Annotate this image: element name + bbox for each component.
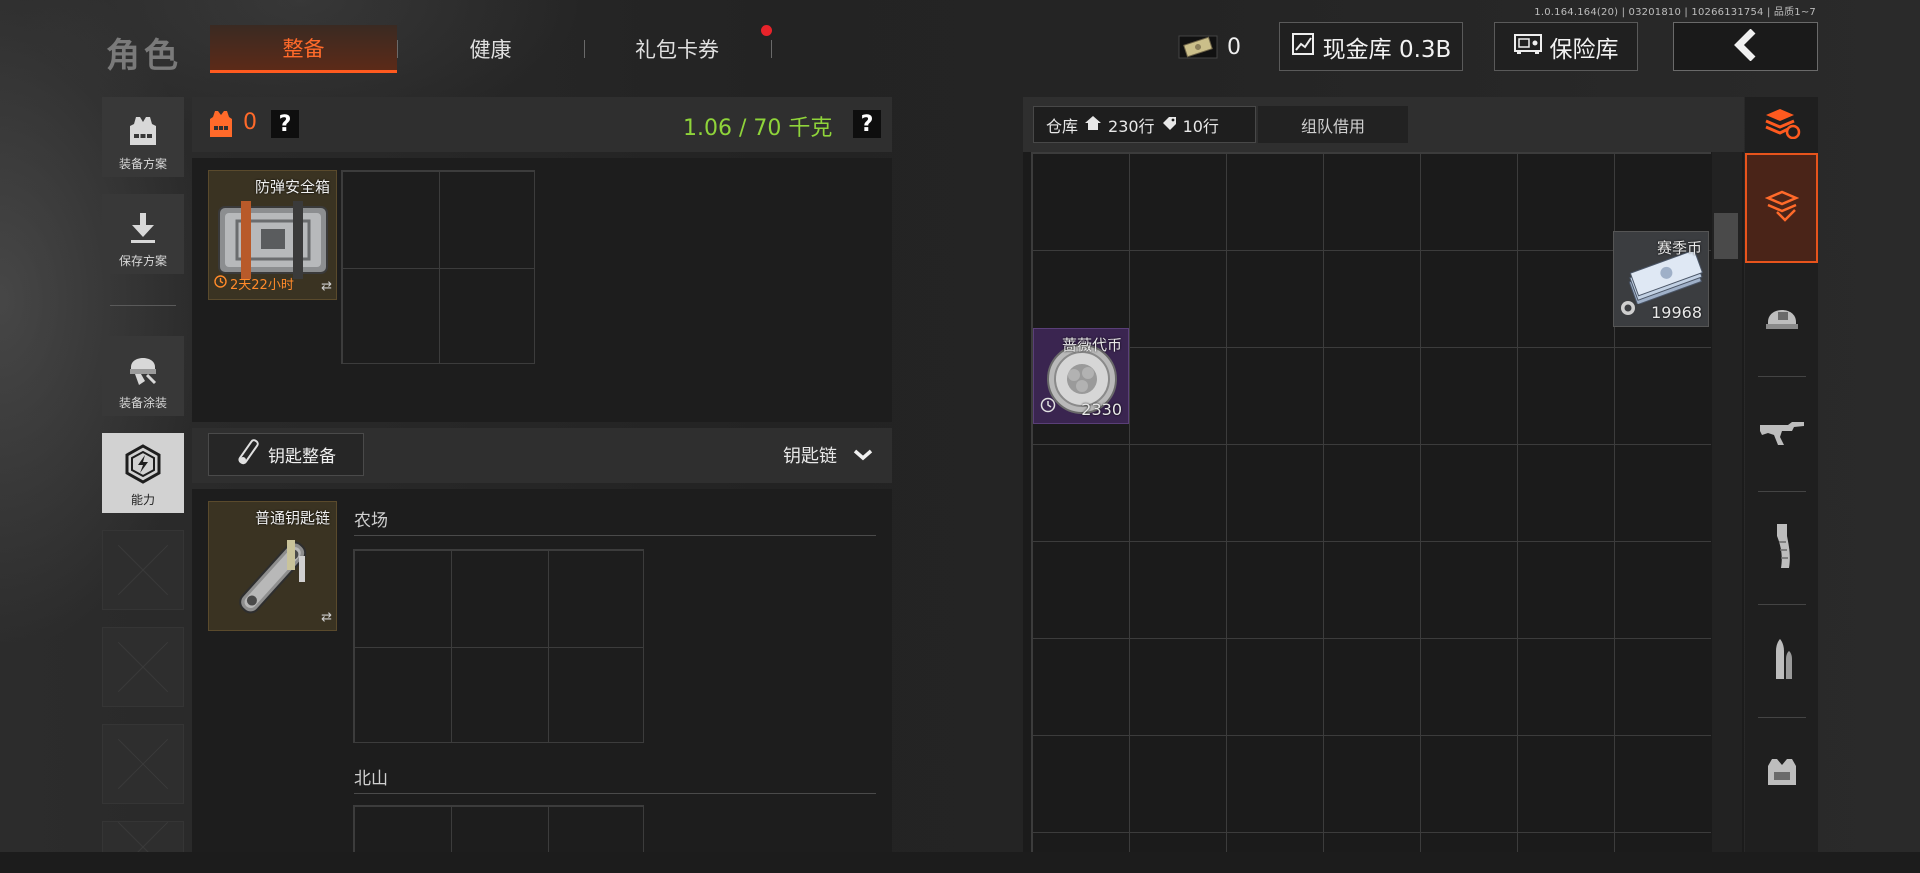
warehouse-grid[interactable] (1031, 152, 1711, 852)
magazine-icon (1769, 522, 1795, 574)
case-icon (217, 201, 329, 283)
chevron-left-icon (1731, 28, 1761, 65)
tab-warehouse[interactable]: 仓库 230行 10行 (1033, 106, 1256, 143)
notification-dot (761, 25, 772, 36)
secure-case-item[interactable]: 防弹安全箱 2天22小时 ⇄ (208, 170, 337, 300)
empty-slot (102, 530, 184, 610)
armor-help-button[interactable]: ? (271, 110, 299, 138)
swap-icon: ⇄ (321, 279, 332, 294)
key-loadout-button[interactable]: 钥匙整备 (208, 433, 364, 476)
keychain-icon (219, 528, 329, 628)
rose-token-item[interactable]: 蔷薇代币 2330 (1033, 328, 1129, 424)
item-timer: 2天22小时 (214, 274, 294, 293)
chevron-down-icon (853, 445, 873, 466)
tab-divider (584, 40, 585, 58)
warehouse-tab-label: 仓库 (1046, 116, 1079, 136)
money-amount: 0 (1227, 34, 1241, 60)
section-divider (354, 793, 876, 794)
vest-icon (126, 114, 160, 151)
clock-icon (214, 275, 227, 292)
item-count: 19968 (1651, 303, 1702, 322)
page-title: 角色 (106, 36, 182, 76)
sort-button[interactable] (1745, 97, 1818, 152)
cash-vault-label: 现金库 0.3B (1322, 36, 1452, 63)
scroll-thumb[interactable] (1714, 213, 1738, 259)
safe-label: 保险库 (1549, 36, 1619, 63)
helmet-paint-icon (125, 349, 161, 390)
safe-button[interactable]: 保险库 (1494, 22, 1638, 71)
swap-icon: ⇄ (321, 610, 332, 625)
keychain-item[interactable]: 普通钥匙链 ⇄ (208, 501, 337, 631)
sort-layers-icon (1762, 107, 1802, 143)
home-icon (1084, 115, 1102, 135)
empty-slot (102, 724, 184, 804)
item-name: 普通钥匙链 (254, 509, 330, 527)
filter-weapons[interactable] (1745, 377, 1818, 490)
season-coin-item[interactable]: 赛季币 19968 (1613, 231, 1709, 327)
secure-case-grid[interactable] (341, 170, 535, 364)
token-icon (1620, 300, 1636, 320)
keychain-dropdown[interactable]: 钥匙链 (783, 442, 873, 468)
clock-icon (1040, 397, 1056, 417)
timer-text: 2天22小时 (230, 278, 294, 293)
warehouse-rows: 230行 (1108, 116, 1155, 136)
tab-gift-coupons[interactable]: 礼包卡券 (586, 25, 768, 73)
ammo-icon (1768, 635, 1796, 687)
filter-armor[interactable] (1745, 718, 1818, 829)
sidebar-item-label: 能力 (130, 493, 155, 507)
weight-display: 1.06 / 70 千克 (683, 116, 833, 141)
farm-key-grid[interactable] (353, 549, 644, 743)
key-section-north-mountain: 北山 (354, 769, 388, 789)
item-name: 赛季币 (1656, 239, 1702, 257)
north-mountain-key-grid[interactable] (353, 805, 644, 852)
key-loadout-label: 钥匙整备 (268, 447, 336, 467)
armor-vest-icon (208, 109, 234, 143)
section-divider (354, 535, 876, 536)
keychain-dropdown-label: 钥匙链 (783, 446, 837, 467)
rifle-icon (1758, 417, 1806, 451)
sidebar-divider (110, 305, 176, 306)
sidebar-item-label: 装备涂装 (118, 396, 167, 410)
download-icon (127, 211, 159, 248)
helmet-icon (1764, 302, 1800, 338)
item-name: 蔷薇代币 (1061, 336, 1122, 354)
filter-magazines[interactable] (1745, 492, 1818, 603)
sidebar-item-label: 保存方案 (118, 254, 167, 268)
cash-vault-button[interactable]: 现金库 0.3B (1279, 22, 1463, 71)
loadout-plans-button[interactable]: 装备方案 (102, 97, 184, 177)
tab-team-borrow[interactable]: 组队借用 (1258, 106, 1408, 143)
vault-chart-icon (1291, 32, 1315, 62)
key-section-farm: 农场 (354, 511, 388, 531)
tab-divider (771, 40, 772, 58)
weight-help-button[interactable]: ? (853, 110, 881, 138)
version-info: 1.0.164.164(20) | 03201810 | 10266131754… (1534, 7, 1816, 18)
empty-slot (102, 627, 184, 707)
gear-skins-button[interactable]: 装备涂装 (102, 336, 184, 416)
currency-display: 0 (1177, 24, 1241, 70)
abilities-button[interactable]: 能力 (102, 433, 184, 513)
item-name: 防弹安全箱 (254, 178, 330, 196)
armor-value: 0 (243, 110, 257, 135)
key-icon (236, 438, 262, 471)
filter-all-items[interactable] (1745, 153, 1818, 263)
save-plan-button[interactable]: 保存方案 (102, 194, 184, 274)
warehouse-extra-rows: 10行 (1182, 116, 1219, 136)
sidebar-item-label: 装备方案 (118, 157, 167, 171)
back-button[interactable] (1673, 22, 1818, 71)
cash-icon (1177, 32, 1219, 62)
tag-icon (1161, 115, 1177, 134)
filter-ammo[interactable] (1745, 605, 1818, 716)
all-items-icon (1764, 190, 1799, 226)
banknote-stack-icon (1624, 249, 1704, 308)
tab-health[interactable]: 健康 (398, 25, 583, 73)
safe-icon (1513, 33, 1542, 61)
item-count: 2330 (1081, 400, 1122, 419)
bottom-bar (0, 852, 1920, 873)
armor-vest-icon (1764, 756, 1800, 792)
filter-helmets[interactable] (1745, 264, 1818, 375)
ability-bolt-icon (124, 444, 162, 487)
tab-gear[interactable]: 整备 (210, 25, 397, 73)
